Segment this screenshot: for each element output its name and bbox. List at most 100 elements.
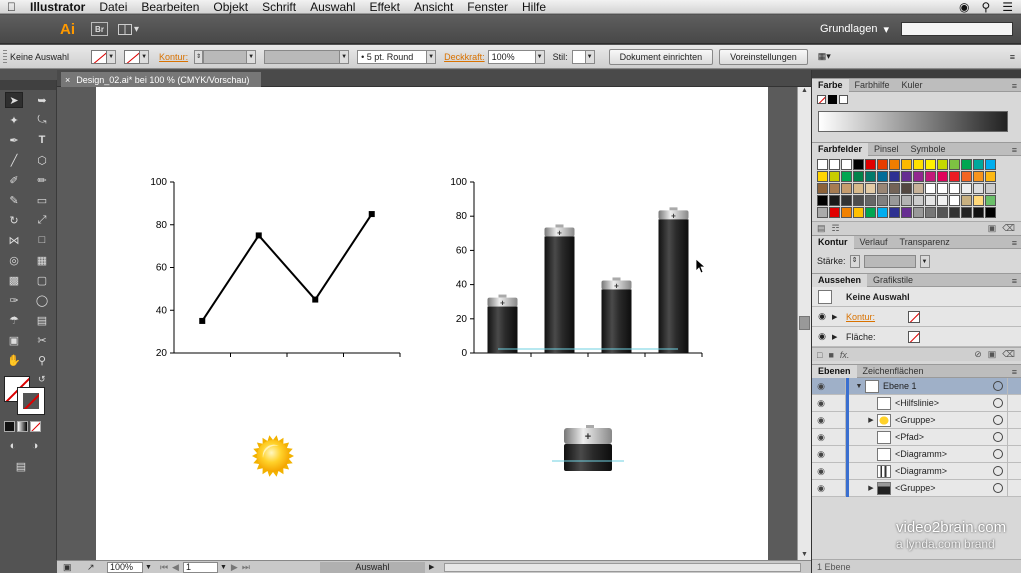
color-swatch[interactable] bbox=[925, 171, 936, 182]
layer-row-gruppe-sun[interactable]: ◉ ▶ <Gruppe> bbox=[812, 411, 1021, 429]
color-swatch[interactable] bbox=[901, 171, 912, 182]
selection-square[interactable] bbox=[1007, 429, 1021, 446]
color-swatch[interactable] bbox=[841, 159, 852, 170]
tab-ebenen[interactable]: Ebenen bbox=[812, 364, 857, 378]
color-swatch[interactable] bbox=[961, 171, 972, 182]
black-swatch[interactable] bbox=[828, 95, 837, 104]
status-arrow-icon[interactable]: ▶ bbox=[429, 563, 434, 571]
panel-menu-icon[interactable]: ≡ bbox=[1012, 367, 1017, 377]
tools-panel-header[interactable] bbox=[0, 80, 56, 90]
stroke-dropdown[interactable]: ▼ bbox=[140, 49, 150, 64]
color-swatch[interactable] bbox=[901, 159, 912, 170]
target-circle-icon[interactable] bbox=[993, 483, 1003, 493]
lock-toggle[interactable] bbox=[830, 377, 846, 395]
color-swatch[interactable] bbox=[817, 195, 828, 206]
perspective-grid-tool-icon[interactable]: ▦ bbox=[33, 252, 51, 268]
width-tool-icon[interactable]: ⋈ bbox=[5, 232, 23, 248]
layer-row-ebene-1[interactable]: ◉ ▼ Ebene 1 bbox=[812, 377, 1021, 395]
brush-definition-field[interactable]: • 5 pt. Round bbox=[357, 49, 428, 64]
expand-arrow-icon[interactable]: ▼ bbox=[853, 383, 865, 390]
stroke-none-swatch[interactable] bbox=[908, 310, 920, 323]
color-swatch[interactable] bbox=[973, 183, 984, 194]
color-swatch[interactable] bbox=[865, 207, 876, 218]
magic-wand-tool-icon[interactable]: ✦ bbox=[5, 112, 23, 128]
menu-auswahl[interactable]: Auswahl bbox=[303, 0, 362, 14]
rotate-tool-icon[interactable]: ↻ bbox=[5, 212, 23, 228]
layer-row-hilfslinie[interactable]: ◉ <Hilfslinie> bbox=[812, 394, 1021, 412]
color-swatch[interactable] bbox=[913, 159, 924, 170]
artboard-tool-icon[interactable]: ▣ bbox=[5, 332, 23, 348]
color-swatch[interactable] bbox=[985, 195, 996, 206]
color-swatch[interactable] bbox=[889, 183, 900, 194]
type-tool-icon[interactable]: T bbox=[33, 132, 51, 148]
color-swatch[interactable] bbox=[949, 171, 960, 182]
color-swatch[interactable] bbox=[925, 195, 936, 206]
color-swatch[interactable] bbox=[949, 159, 960, 170]
color-swatch[interactable] bbox=[937, 183, 948, 194]
selection-square[interactable] bbox=[1007, 412, 1021, 429]
swap-fill-stroke-icon[interactable]: ↺ bbox=[38, 374, 46, 385]
draw-normal-icon[interactable]: ◐ bbox=[4, 438, 22, 454]
selection-square[interactable] bbox=[1007, 463, 1021, 480]
visibility-eye-icon[interactable]: ◉ bbox=[812, 331, 832, 342]
color-swatch[interactable] bbox=[949, 195, 960, 206]
color-swatch[interactable] bbox=[961, 207, 972, 218]
color-swatch[interactable] bbox=[973, 159, 984, 170]
stroke-label[interactable]: Kontur: bbox=[159, 52, 188, 62]
layer-row-diagramm-2[interactable]: ◉ <Diagramm> bbox=[812, 462, 1021, 480]
spotlight-search-icon[interactable]: ⚲ bbox=[981, 0, 990, 14]
stroke-box[interactable] bbox=[17, 387, 45, 415]
color-swatch[interactable] bbox=[877, 195, 888, 206]
scroll-thumb[interactable] bbox=[799, 316, 810, 330]
color-swatch[interactable] bbox=[829, 195, 840, 206]
share-icon[interactable]: ↗ bbox=[87, 562, 95, 573]
vertical-scrollbar[interactable]: ▲ ▼ bbox=[797, 87, 811, 560]
tab-grafikstile[interactable]: Grafikstile bbox=[867, 274, 919, 287]
delete-item-icon[interactable]: ⌫ bbox=[1002, 349, 1015, 360]
shape-builder-tool-icon[interactable]: ◎ bbox=[5, 252, 23, 268]
expand-arrow-icon[interactable]: ▶ bbox=[865, 484, 877, 492]
color-swatch[interactable] bbox=[913, 183, 924, 194]
stroke-weight-field[interactable] bbox=[203, 49, 248, 64]
first-artboard-icon[interactable]: ⏮ bbox=[160, 562, 168, 573]
appearance-fill-row[interactable]: ◉ ▶ Fläche: bbox=[812, 327, 1021, 347]
zoom-tool-icon[interactable]: ⚲ bbox=[33, 352, 51, 368]
menu-fenster[interactable]: Fenster bbox=[460, 0, 515, 14]
color-swatch[interactable] bbox=[829, 171, 840, 182]
menu-ansicht[interactable]: Ansicht bbox=[407, 0, 460, 14]
color-swatch[interactable] bbox=[865, 159, 876, 170]
menu-bearbeiten[interactable]: Bearbeiten bbox=[134, 0, 206, 14]
color-swatch[interactable] bbox=[877, 159, 888, 170]
color-swatch[interactable] bbox=[829, 207, 840, 218]
appearance-stroke-row[interactable]: ◉ ▶ Kontur: bbox=[812, 307, 1021, 327]
last-artboard-icon[interactable]: ⏭ bbox=[242, 562, 250, 573]
gradient-mode-icon[interactable] bbox=[17, 420, 28, 432]
lock-toggle[interactable] bbox=[830, 428, 846, 446]
stroke-weight-stepper[interactable]: ⇕ bbox=[194, 49, 204, 64]
line-tool-icon[interactable]: ╱ bbox=[5, 152, 23, 168]
artboard[interactable]: 20 40 60 80 100 0 20 40 60 80 100 + + + + + bbox=[96, 87, 768, 560]
tab-kuler[interactable]: Kuler bbox=[896, 79, 929, 92]
color-swatch[interactable] bbox=[829, 183, 840, 194]
gradient-tool-icon[interactable]: ▢ bbox=[33, 272, 51, 288]
color-swatch[interactable] bbox=[853, 183, 864, 194]
profile-dropdown[interactable]: ▼ bbox=[340, 49, 350, 64]
opacity-input[interactable]: 100% bbox=[487, 49, 536, 64]
selection-square[interactable] bbox=[1007, 378, 1021, 395]
panel-menu-icon[interactable]: ≡ bbox=[1012, 81, 1017, 91]
next-artboard-icon[interactable]: ▶ bbox=[231, 562, 238, 573]
none-swatch[interactable] bbox=[817, 95, 826, 104]
color-swatch[interactable] bbox=[961, 195, 972, 206]
menu-app-name[interactable]: Illustrator bbox=[23, 0, 92, 14]
zoom-field[interactable]: 100% bbox=[107, 561, 143, 573]
color-swatch[interactable] bbox=[817, 207, 828, 218]
tab-farbe[interactable]: Farbe bbox=[812, 78, 849, 92]
expand-arrow-icon[interactable]: ▶ bbox=[832, 333, 846, 341]
panel-menu-icon[interactable]: ≡ bbox=[1012, 238, 1017, 248]
zoom-dropdown[interactable]: ▼ bbox=[145, 564, 152, 571]
bridge-button[interactable]: Br bbox=[91, 22, 108, 36]
color-swatch[interactable] bbox=[889, 195, 900, 206]
color-swatch[interactable] bbox=[889, 171, 900, 182]
color-mode-icon[interactable] bbox=[4, 420, 15, 432]
target-circle-icon[interactable] bbox=[993, 466, 1003, 476]
